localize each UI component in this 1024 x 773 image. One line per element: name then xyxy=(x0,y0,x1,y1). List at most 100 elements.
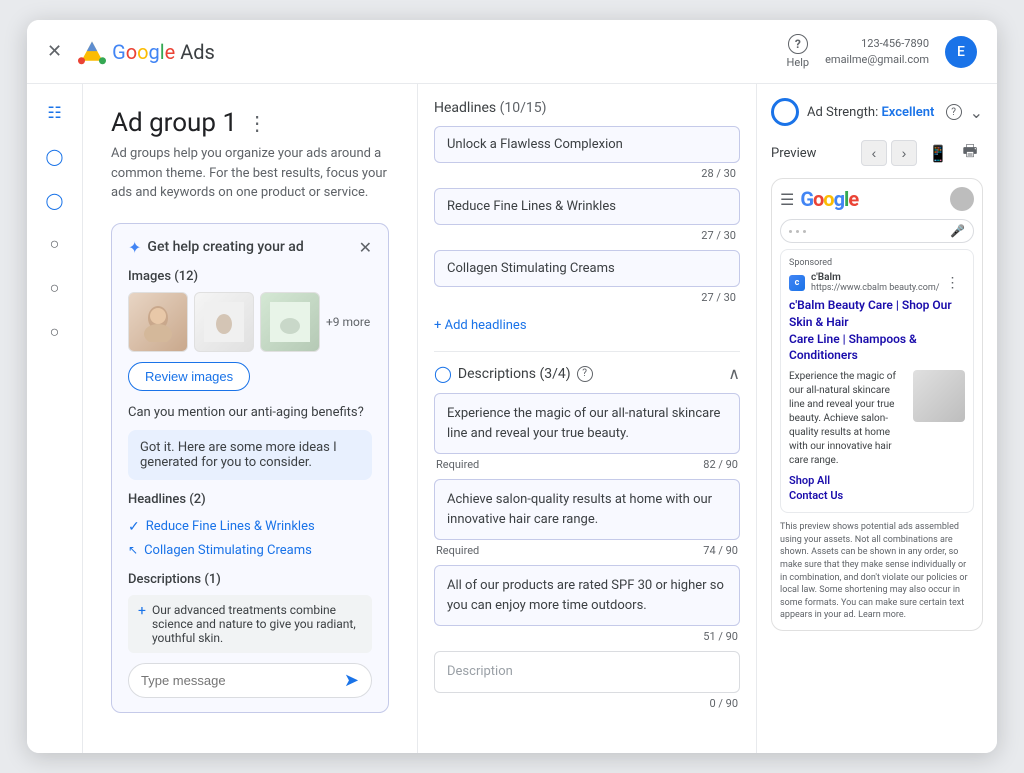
images-row: +9 more xyxy=(128,292,372,352)
close-button[interactable]: ✕ xyxy=(47,41,62,62)
sidebar-icon-circle3[interactable]: ○ xyxy=(43,320,67,344)
collapse-icon[interactable]: ∧ xyxy=(728,364,740,383)
desc-char-count-1: 82 / 90 xyxy=(703,458,738,471)
ad-favicon: c xyxy=(789,275,805,291)
preview-disclaimer: This preview shows potential ads assembl… xyxy=(780,521,974,622)
ai-title-text: Get help creating your ad xyxy=(147,239,303,255)
topbar: ✕ Google Ads ? Help 123-456-7890 emailme… xyxy=(27,20,997,84)
add-headlines-button[interactable]: + Add headlines xyxy=(434,312,740,339)
page-title: Ad group 1 xyxy=(111,108,237,138)
headlines-section-header: Headlines (10/15) xyxy=(434,100,740,116)
suggestion-item-1[interactable]: ✓ Reduce Fine Lines & Wrinkles xyxy=(128,515,372,539)
google-preview-logo: Google xyxy=(800,187,858,211)
google-logo: Google Ads xyxy=(78,38,215,66)
more-options-icon[interactable]: ⋮ xyxy=(247,111,267,135)
mobile-device-icon[interactable]: 📱 xyxy=(925,140,951,166)
page-title-row: Ad group 1 ⋮ xyxy=(111,108,389,138)
topbar-right: ? Help 123-456-7890 emailme@gmail.com E xyxy=(787,34,977,69)
page-description: Ad groups help you organize your ads aro… xyxy=(111,144,389,203)
desc-label: Descriptions (3/4) xyxy=(458,366,571,382)
images-section: Images (12) +9 more Review images xyxy=(128,269,372,391)
sidebar-icon-circle2[interactable]: ○ xyxy=(43,276,67,300)
desktop-device-icon[interactable]: 🖶 xyxy=(957,140,983,166)
desc-field-4[interactable]: Description xyxy=(434,651,740,693)
ad-strength-text: Ad Strength: xyxy=(807,105,878,120)
sidebar-icon-check2[interactable]: ◯ xyxy=(43,188,67,212)
image-thumb-2 xyxy=(194,292,254,352)
sidebar-icon-check1[interactable]: ◯ xyxy=(43,144,67,168)
ad-link-2[interactable]: Contact Us xyxy=(789,489,965,502)
user-email: emailme@gmail.com xyxy=(825,52,929,67)
review-images-button[interactable]: Review images xyxy=(128,362,250,391)
ai-panel-close-icon[interactable]: ✕ xyxy=(359,238,372,257)
avatar[interactable]: E xyxy=(945,36,977,68)
ad-image-thumb xyxy=(913,370,965,422)
ad-desc-text: Experience the magic of our all-natural … xyxy=(789,370,905,468)
message-input[interactable] xyxy=(141,673,336,688)
help-button[interactable]: ? Help xyxy=(787,34,810,69)
ad-title-line1: c'Balm Beauty Care | Shop Our Skin & Hai… xyxy=(789,298,952,329)
suggestion-text-1: Reduce Fine Lines & Wrinkles xyxy=(146,519,315,534)
prev-button[interactable]: ‹ xyxy=(861,140,887,166)
desc-char-count-3: 51 / 90 xyxy=(703,630,738,643)
cursor-icon: ↖ xyxy=(128,543,138,557)
main-layout: ☷ ◯ ◯ ○ ○ ○ Ad group 1 ⋮ Ad groups help … xyxy=(27,84,997,753)
ad-strength-help-icon[interactable]: ? xyxy=(946,104,962,120)
ad-links: Shop All Contact Us xyxy=(789,474,965,502)
google-ads-icon xyxy=(78,38,106,66)
desc-req-1: Required 82 / 90 xyxy=(434,458,740,471)
ad-domain-url: https://www.cbalm beauty.com/ xyxy=(811,283,940,293)
sponsored-label: Sponsored xyxy=(789,258,965,268)
preview-label: Preview xyxy=(771,146,853,161)
headline-field-1[interactable]: Unlock a Flawless Complexion xyxy=(434,126,740,163)
image-thumb-3 xyxy=(260,292,320,352)
sidebar: ☷ ◯ ◯ ○ ○ ○ xyxy=(27,84,83,753)
user-phone: 123-456-7890 xyxy=(861,36,929,51)
images-label: Images (12) xyxy=(128,269,372,284)
ad-strength-row: Ad Strength: Excellent ? ⌄ xyxy=(771,98,983,126)
suggestion-item-2[interactable]: ↖ Collagen Stimulating Creams xyxy=(128,539,372,562)
headlines-count: (10/15) xyxy=(500,100,547,116)
headline-field-3[interactable]: Collagen Stimulating Creams xyxy=(434,250,740,287)
phone-preview: ☰ Google 🎤 Sponsored xyxy=(771,178,983,631)
desc-req-2: Required 74 / 90 xyxy=(434,544,740,557)
suggestion-text-2: Collagen Stimulating Creams xyxy=(144,543,312,558)
advertiser-row: c c'Balm https://www.cbalm beauty.com/ ⋮ xyxy=(789,272,965,293)
desc-help-icon[interactable]: ? xyxy=(577,366,593,382)
desc-char-count-2: 74 / 90 xyxy=(703,544,738,557)
desc-req-3: 51 / 90 xyxy=(434,630,740,643)
desc-char-count-4: 0 / 90 xyxy=(709,697,738,710)
send-button[interactable]: ➤ xyxy=(344,670,359,691)
ad-domain-info: c'Balm https://www.cbalm beauty.com/ xyxy=(811,272,940,293)
check-circle-icon: ◯ xyxy=(434,364,452,383)
ad-title: c'Balm Beauty Care | Shop Our Skin & Hai… xyxy=(789,297,965,364)
help-icon: ? xyxy=(788,34,808,54)
ad-link-1[interactable]: Shop All xyxy=(789,474,965,487)
plus-icon: + xyxy=(138,603,146,619)
headline-field-2[interactable]: Reduce Fine Lines & Wrinkles xyxy=(434,188,740,225)
ad-more-icon[interactable]: ⋮ xyxy=(946,275,960,291)
message-input-row: ➤ xyxy=(128,663,372,698)
mid-panel: Headlines (10/15) Unlock a Flawless Comp… xyxy=(417,84,757,753)
headlines-label: Headlines (10/15) xyxy=(434,100,547,116)
descriptions-section: ◯ Descriptions (3/4) ? ∧ Experience the … xyxy=(434,364,740,710)
chevron-down-icon[interactable]: ⌄ xyxy=(970,103,983,122)
suggestions-label: Headlines (2) xyxy=(128,492,372,507)
next-button[interactable]: › xyxy=(891,140,917,166)
strength-label: Ad Strength: Excellent xyxy=(807,105,938,120)
desc-section-header: ◯ Descriptions (3/4) ? ∧ xyxy=(434,364,740,383)
sidebar-icon-circle1[interactable]: ○ xyxy=(43,232,67,256)
desc-field-2[interactable]: Achieve salon-quality results at home wi… xyxy=(434,479,740,540)
preview-nav: ‹ › xyxy=(861,140,917,166)
check-icon-1: ✓ xyxy=(128,519,140,535)
sidebar-icon-grid[interactable]: ☷ xyxy=(43,100,67,124)
google-search-bar: ☰ Google xyxy=(780,187,974,211)
ai-question: Can you mention our anti-aging benefits? xyxy=(128,405,372,420)
help-label: Help xyxy=(787,56,810,69)
headline-count-1: 28 / 30 xyxy=(434,167,740,180)
desc-field-3[interactable]: All of our products are rated SPF 30 or … xyxy=(434,565,740,626)
desc-field-1[interactable]: Experience the magic of our all-natural … xyxy=(434,393,740,454)
user-info: 123-456-7890 emailme@gmail.com xyxy=(825,36,929,67)
device-icons: 📱 🖶 xyxy=(925,140,983,166)
ad-description: Experience the magic of our all-natural … xyxy=(789,370,905,468)
